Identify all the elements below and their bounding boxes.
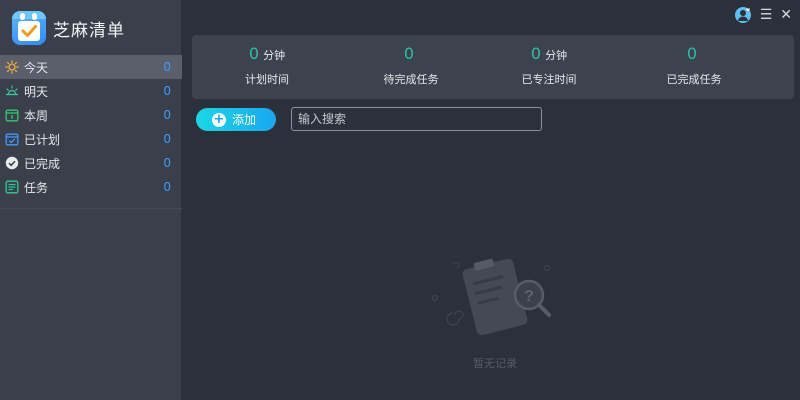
sidebar-item-completed[interactable]: 已完成 0: [0, 151, 182, 175]
stat-label: 待完成任务: [383, 73, 439, 86]
sidebar-item-label: 已完成: [24, 156, 61, 171]
stat-value: 0: [248, 44, 260, 63]
sidebar-item-tasks[interactable]: 任务 0: [0, 175, 182, 199]
stat-value: 0: [403, 44, 415, 63]
sidebar-item-count: 0: [163, 180, 171, 194]
stat-value: 0: [686, 44, 698, 63]
check-circle-icon: [5, 156, 19, 170]
stat-focused-time: 0 分钟 已专注时间: [474, 35, 624, 99]
close-icon[interactable]: ✕: [780, 8, 792, 22]
sidebar-item-count: 0: [163, 84, 171, 98]
sidebar-item-tomorrow[interactable]: 明天 0: [0, 79, 182, 103]
stat-unit: 分钟: [263, 49, 286, 62]
sidebar-item-count: 0: [163, 132, 171, 146]
stat-label: 已完成任务: [666, 73, 722, 86]
sidebar-item-label: 任务: [24, 180, 49, 195]
avatar-icon[interactable]: [734, 7, 751, 23]
stat-value: 0: [530, 44, 542, 63]
sidebar-item-planned[interactable]: 已计划 0: [0, 127, 182, 151]
stat-label: 已专注时间: [521, 73, 577, 86]
sidebar-item-label: 已计划: [24, 132, 61, 147]
sidebar-item-count: 0: [163, 156, 171, 170]
app-brand: 芝麻清单: [12, 10, 125, 46]
add-task-label: 添加: [232, 113, 257, 127]
sidebar-item-label: 本周: [24, 108, 49, 123]
stat-planned-time: 0 分钟 计划时间: [192, 35, 342, 99]
svg-text:?: ?: [524, 288, 534, 305]
sidebar-item-count: 0: [163, 60, 171, 74]
app-title: 芝麻清单: [53, 20, 125, 41]
search-input[interactable]: [291, 107, 542, 131]
stat-pending-tasks: 0 待完成任务: [336, 35, 486, 99]
sidebar-item-count: 0: [163, 108, 171, 122]
stat-unit: 分钟: [545, 49, 568, 62]
sidebar-item-today[interactable]: 今天 0: [0, 55, 182, 79]
menu-icon[interactable]: ☰: [760, 8, 773, 22]
add-task-button[interactable]: + 添加: [196, 108, 276, 131]
app-logo-icon: [12, 11, 46, 45]
plus-icon: +: [212, 112, 226, 127]
sun-icon: [5, 60, 19, 74]
sidebar-item-label: 明天: [24, 84, 49, 99]
empty-document-icon: ?: [431, 258, 551, 336]
window-controls: ☰ ✕: [734, 7, 792, 23]
calendar-check-icon: [5, 132, 19, 146]
empty-state: ? 暂无记录: [425, 255, 565, 375]
stat-completed-tasks: 0 已完成任务: [619, 35, 769, 99]
sidebar-item-label: 今天: [24, 60, 49, 75]
stat-label: 计划时间: [245, 73, 289, 86]
sidebar: 芝麻清单 今天 0 明天 0 本周 0 已计划 0 已完成 0 任务 0: [0, 0, 182, 400]
sidebar-item-this-week[interactable]: 本周 0: [0, 103, 182, 127]
stats-panel: 0 分钟 计划时间 0 待完成任务 0 分钟 已专注时间 0 已完成任务: [192, 35, 794, 99]
empty-state-text: 暂无记录: [473, 357, 517, 370]
sidebar-nav: 今天 0 明天 0 本周 0 已计划 0 已完成 0 任务 0: [0, 55, 182, 199]
sidebar-divider: [0, 208, 182, 209]
sunrise-icon: [5, 84, 19, 98]
task-list-icon: [5, 180, 19, 194]
calendar-week-icon: [5, 108, 19, 122]
